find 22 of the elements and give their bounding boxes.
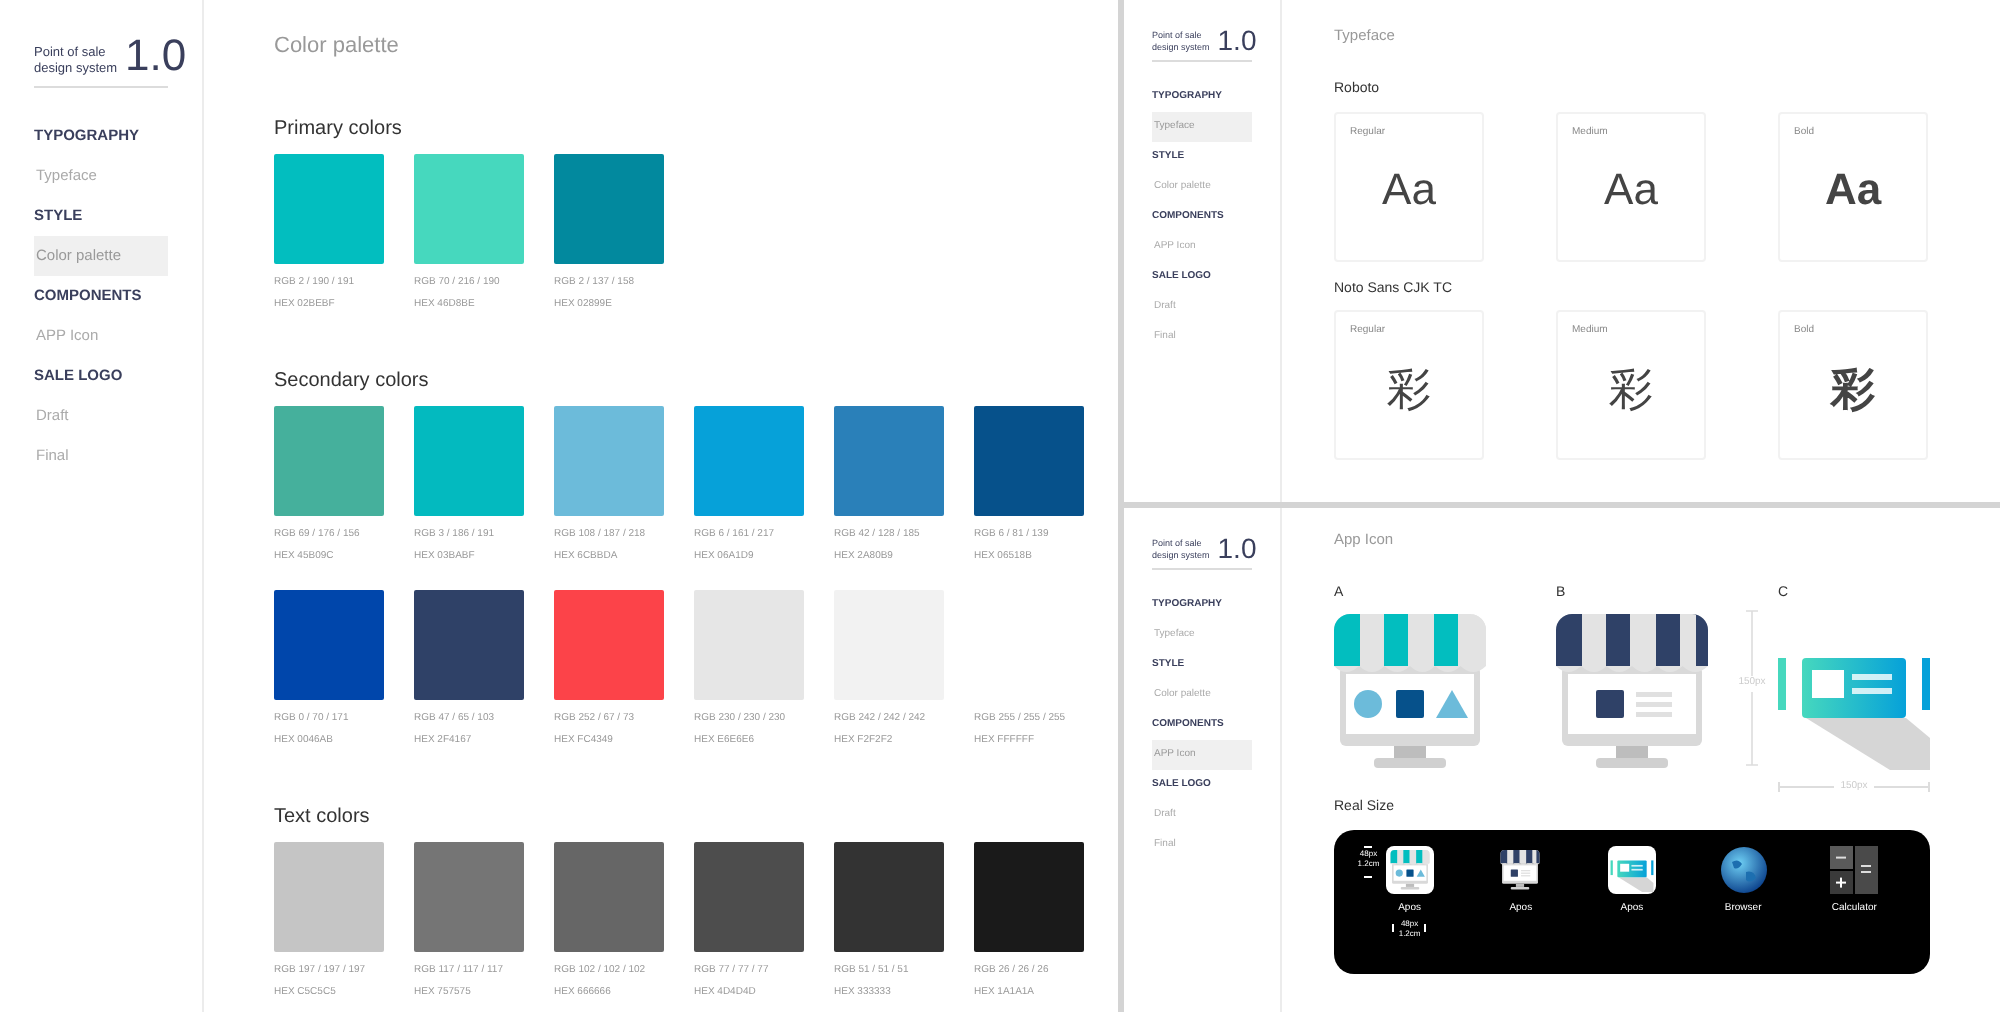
section-heading: Primary colors <box>274 115 404 143</box>
globe-icon[interactable] <box>1719 845 1768 894</box>
font-sample: 彩 <box>1609 361 1653 418</box>
page-title: Color palette <box>274 32 401 62</box>
font-sample: 彩 <box>1831 361 1875 418</box>
storefront-icon <box>1500 849 1541 890</box>
app-icon[interactable] <box>1607 845 1656 894</box>
storefront-icon <box>1389 849 1430 890</box>
font-sample: Aa <box>1382 162 1436 219</box>
calculator-icon[interactable] <box>1830 845 1879 894</box>
section-heading: Secondary colors <box>274 367 431 395</box>
storefront-icon <box>1556 613 1708 770</box>
app-icon[interactable] <box>1385 845 1434 894</box>
version-number: 1.0 <box>1217 26 1257 54</box>
section-heading: Text colors <box>274 803 372 831</box>
storefront-icon <box>1334 613 1486 770</box>
version-number: 1.0 <box>1217 534 1257 562</box>
version-number: 1.0 <box>125 34 187 78</box>
font-sample: Aa <box>1824 162 1882 219</box>
font-sample: 彩 <box>1387 361 1431 418</box>
font-sample: Aa <box>1604 162 1658 219</box>
app-icon[interactable] <box>1496 845 1545 894</box>
